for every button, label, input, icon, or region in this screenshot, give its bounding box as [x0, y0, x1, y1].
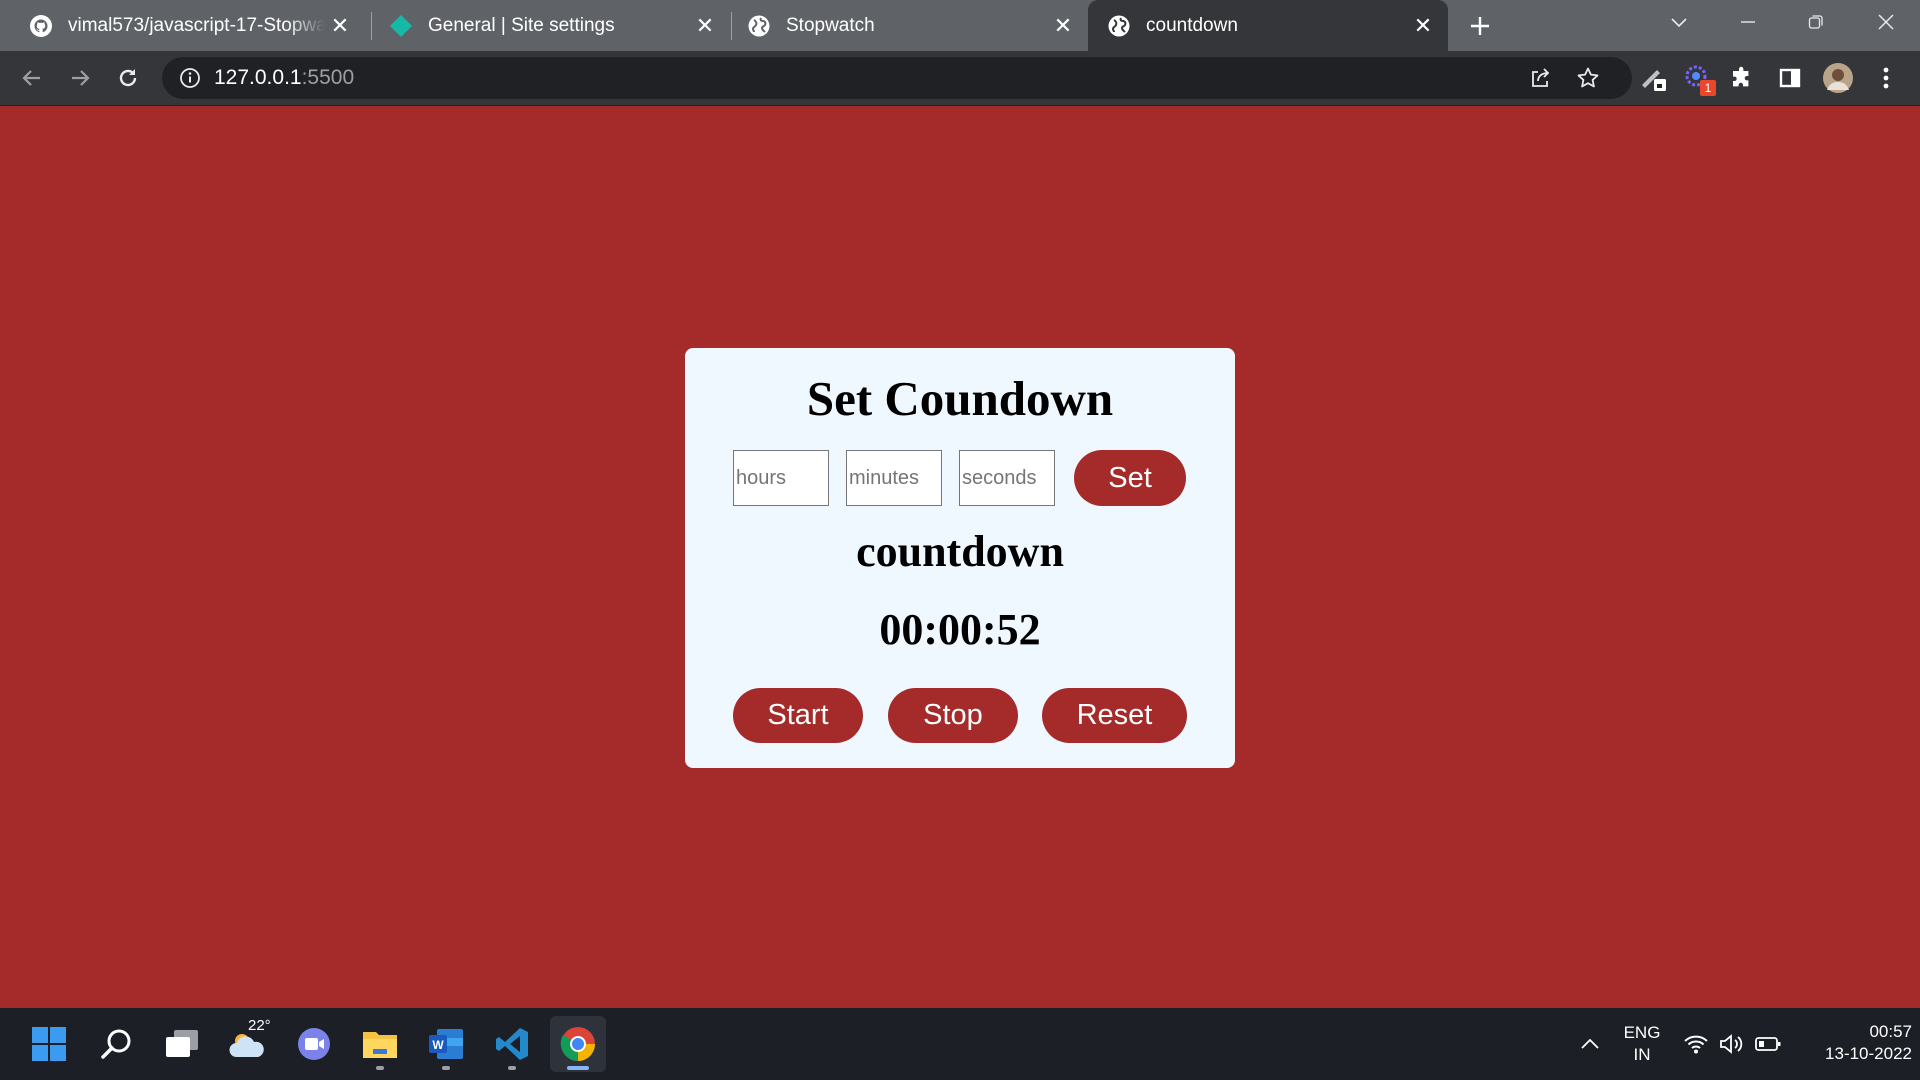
share-icon[interactable] [1522, 60, 1558, 96]
stop-button[interactable]: Stop [888, 688, 1018, 743]
hours-input[interactable] [733, 450, 829, 506]
close-icon[interactable]: ✕ [1408, 11, 1438, 41]
taskbar: 22° W ENG IN 00:57 13-10-2022 [0, 1008, 1920, 1080]
browser-toolbar: 127.0.0.1:5500 1 [0, 51, 1920, 106]
globe-icon [1106, 13, 1132, 39]
seconds-input[interactable] [959, 450, 1055, 506]
wifi-icon[interactable] [1682, 1030, 1710, 1058]
clock-date: 13-10-2022 [1825, 1044, 1912, 1063]
url-host: 127.0.0.1 [214, 66, 302, 89]
word-icon: W [429, 1029, 463, 1059]
minutes-input[interactable] [846, 450, 942, 506]
running-indicator [508, 1066, 516, 1070]
diamond-icon [388, 13, 414, 39]
set-button[interactable]: Set [1074, 450, 1186, 506]
chevron-up-icon[interactable] [1576, 1030, 1604, 1058]
back-icon[interactable] [14, 60, 50, 96]
windows-logo-icon [32, 1027, 66, 1061]
chrome-button[interactable] [550, 1016, 606, 1072]
side-panel-icon[interactable] [1772, 60, 1808, 96]
teams-chat-button[interactable] [286, 1016, 342, 1072]
language-line1: ENG [1623, 1023, 1661, 1042]
svg-text:W: W [432, 1038, 444, 1052]
reset-button[interactable]: Reset [1042, 688, 1187, 743]
language-indicator[interactable]: ENG IN [1614, 1022, 1670, 1066]
task-view-icon [166, 1030, 198, 1057]
puzzle-icon[interactable] [1724, 60, 1760, 96]
github-icon [28, 13, 54, 39]
forward-icon[interactable] [62, 60, 98, 96]
battery-icon[interactable] [1754, 1030, 1782, 1058]
vscode-button[interactable] [484, 1016, 540, 1072]
start-menu-button[interactable] [21, 1016, 77, 1072]
word-button[interactable]: W [418, 1016, 474, 1072]
vscode-icon [496, 1028, 528, 1060]
system-clock[interactable]: 00:57 13-10-2022 [1792, 1021, 1912, 1065]
file-explorer-button[interactable] [352, 1016, 408, 1072]
tab-title: General | Site settings [428, 14, 615, 36]
close-window-icon[interactable] [1858, 0, 1914, 44]
avatar[interactable] [1820, 60, 1856, 96]
restore-icon[interactable] [1788, 0, 1844, 44]
running-indicator [442, 1066, 450, 1070]
running-indicator [567, 1066, 589, 1070]
start-button[interactable]: Start [733, 688, 863, 743]
tab-search-icon[interactable] [1651, 0, 1707, 44]
pen-extension-icon[interactable] [1636, 60, 1672, 96]
page-viewport: Set Coundown Set countdown 00:00:52 Star… [0, 106, 1920, 1008]
minimize-icon[interactable] [1720, 0, 1776, 44]
globe-icon [746, 13, 772, 39]
url-port: :5500 [301, 66, 355, 89]
tab-title: countdown [1146, 14, 1238, 36]
running-indicator [376, 1066, 384, 1070]
address-bar[interactable]: 127.0.0.1:5500 [162, 57, 1632, 99]
countdown-label: countdown [856, 527, 1064, 576]
extension-badge-count: 1 [1700, 80, 1716, 96]
chrome-icon [560, 1027, 595, 1061]
chat-icon [298, 1028, 330, 1060]
countdown-time: 00:00:52 [879, 605, 1041, 654]
reload-icon[interactable] [110, 60, 146, 96]
folder-icon [363, 1032, 397, 1058]
bookmark-star-icon[interactable] [1570, 60, 1606, 96]
clock-time: 00:57 [1869, 1022, 1912, 1041]
volume-icon[interactable] [1718, 1030, 1746, 1058]
language-line2: IN [1633, 1045, 1651, 1064]
tab-countdown[interactable]: countdown ✕ [1088, 0, 1448, 51]
menu-kebab-icon[interactable] [1868, 60, 1904, 96]
page-title: Set Coundown [806, 371, 1114, 426]
close-icon[interactable]: ✕ [1048, 11, 1078, 41]
url-text: 127.0.0.1:5500 [214, 66, 354, 90]
search-icon [101, 1029, 131, 1059]
tab-stopwatch[interactable]: Stopwatch ✕ [732, 0, 1088, 51]
tab-title: Stopwatch [786, 14, 875, 36]
tab-site-settings[interactable]: General | Site settings ✕ [372, 0, 730, 51]
info-icon[interactable] [178, 66, 202, 90]
close-icon[interactable]: ✕ [690, 11, 720, 41]
tab-github[interactable]: vimal573/javascript-17-Stopwatch ✕ [0, 0, 365, 51]
extension-badge-icon[interactable]: 1 [1680, 60, 1716, 96]
countdown-card: Set Coundown Set countdown 00:00:52 Star… [685, 348, 1235, 768]
search-button[interactable] [88, 1016, 144, 1072]
task-view-button[interactable] [154, 1016, 210, 1072]
weather-widget[interactable]: 22° [220, 1016, 276, 1072]
tab-strip: vimal573/javascript-17-Stopwatch ✕ Gener… [0, 0, 1920, 51]
weather-temperature: 22° [248, 1017, 271, 1034]
tab-title: vimal573/javascript-17-Stopwatch [68, 14, 325, 36]
close-icon[interactable]: ✕ [325, 11, 355, 41]
new-tab-button[interactable] [1462, 8, 1498, 44]
